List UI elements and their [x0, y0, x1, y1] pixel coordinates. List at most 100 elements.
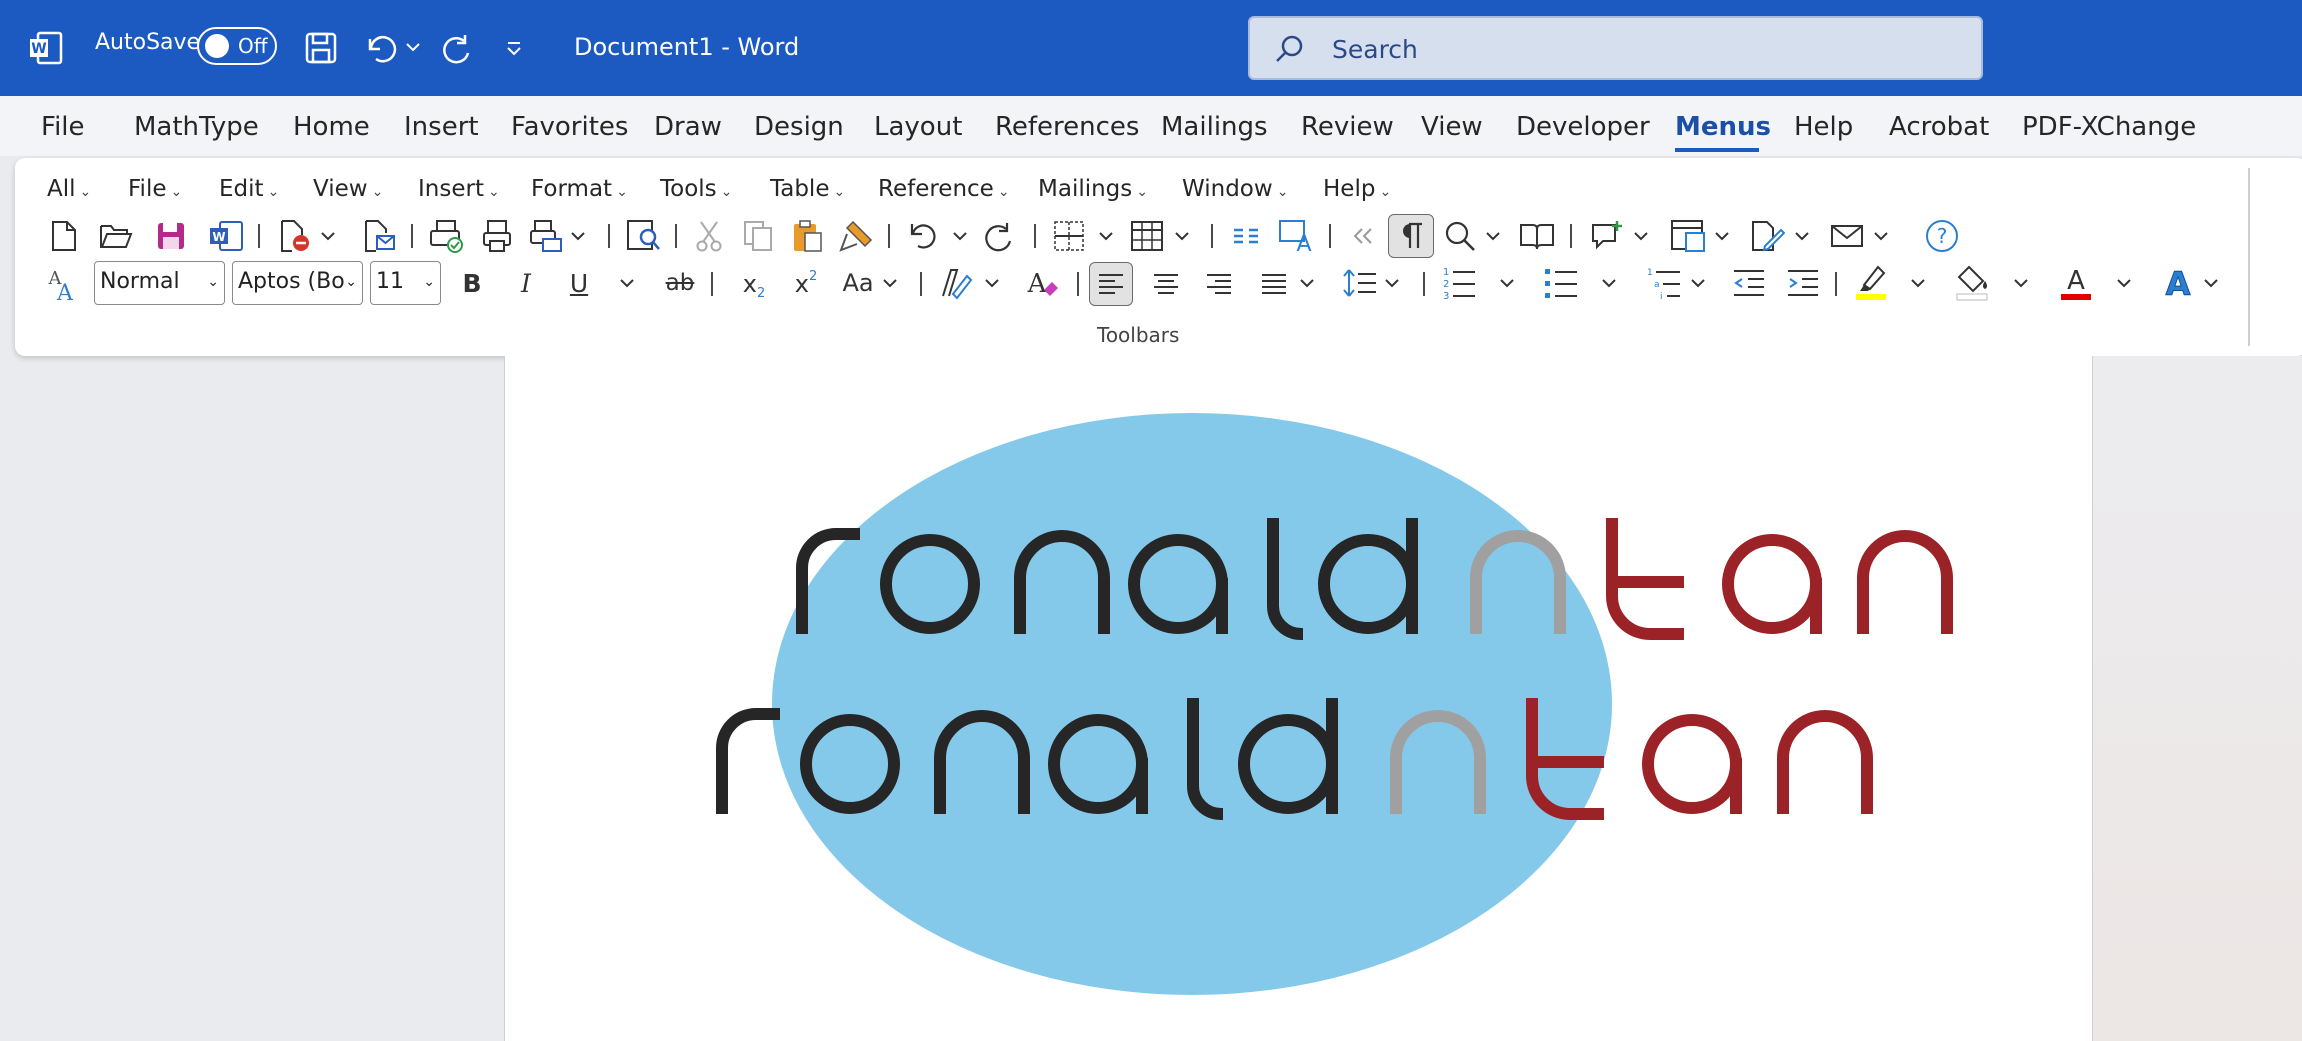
tab-pdf-xchange[interactable]: PDF-XChange — [2022, 112, 2196, 142]
decrease-indent-icon[interactable] — [1730, 266, 1768, 300]
underline-button[interactable]: U — [565, 266, 593, 300]
track-changes-icon[interactable] — [1749, 218, 1787, 254]
classic-menu-window[interactable]: Window ⌄ — [1182, 176, 1288, 202]
text-effects-icon[interactable]: A — [2158, 262, 2198, 302]
style-select[interactable]: Normal ⌄ — [94, 261, 225, 305]
email-icon[interactable] — [1829, 220, 1865, 252]
send-email-document-icon[interactable] — [362, 218, 398, 254]
text-highlight-style-icon[interactable] — [937, 264, 975, 302]
line-spacing-icon[interactable] — [1340, 266, 1380, 300]
tab-mathtype[interactable]: MathType — [134, 112, 259, 142]
copy-icon[interactable] — [741, 218, 775, 254]
logo-artwork[interactable]: ronaldntan ronaldntan — [540, 400, 2000, 1020]
tab-developer[interactable]: Developer — [1516, 112, 1650, 142]
tab-acrobat[interactable]: Acrobat — [1889, 112, 1989, 142]
chevron-down-icon[interactable] — [618, 275, 636, 291]
tab-mailings[interactable]: Mailings — [1161, 112, 1268, 142]
tab-review[interactable]: Review — [1301, 112, 1394, 142]
classic-menu-all[interactable]: All ⌄ — [47, 176, 91, 202]
redo-icon[interactable] — [981, 218, 1019, 254]
chevron-down-icon[interactable] — [1793, 228, 1811, 244]
chevron-down-icon[interactable] — [1909, 275, 1927, 291]
chevron-down-icon[interactable] — [1298, 275, 1316, 291]
font-size-select[interactable]: 11 ⌄ — [370, 261, 441, 305]
classic-menu-file[interactable]: File ⌄ — [128, 176, 182, 202]
classic-menu-tools[interactable]: Tools ⌄ — [660, 176, 732, 202]
help-icon[interactable]: ? — [1924, 218, 1960, 254]
show-formatting-marks-icon[interactable] — [1388, 214, 1434, 258]
chevron-down-icon[interactable] — [1689, 275, 1707, 291]
classic-menu-format[interactable]: Format ⌄ — [531, 176, 628, 202]
chevron-down-icon[interactable] — [1600, 275, 1618, 291]
tab-insert[interactable]: Insert — [404, 112, 479, 142]
paste-icon[interactable] — [790, 217, 826, 255]
bullets-icon[interactable] — [1541, 264, 1581, 302]
tab-layout[interactable]: Layout — [874, 112, 962, 142]
tab-help[interactable]: Help — [1794, 112, 1853, 142]
tab-home[interactable]: Home — [293, 112, 370, 142]
chevron-down-icon[interactable] — [319, 228, 337, 244]
chevron-down-icon[interactable] — [1484, 228, 1502, 244]
superscript-button[interactable]: x2 — [789, 266, 823, 302]
chevron-down-icon[interactable] — [2012, 275, 2030, 291]
save-icon[interactable] — [302, 29, 340, 67]
chevron-down-icon[interactable] — [1872, 228, 1890, 244]
undo-icon[interactable] — [360, 29, 400, 67]
new-comment-icon[interactable] — [1588, 218, 1626, 254]
chevron-down-icon[interactable] — [1632, 228, 1650, 244]
tab-file[interactable]: File — [41, 112, 85, 142]
save-as-word-icon[interactable]: W — [207, 219, 245, 253]
chevron-down-icon[interactable] — [1383, 275, 1401, 291]
close-document-icon[interactable] — [278, 218, 312, 254]
tab-view[interactable]: View — [1421, 112, 1483, 142]
bold-button[interactable]: B — [458, 266, 486, 300]
undo-dropdown-icon[interactable] — [404, 38, 422, 56]
zoom-icon[interactable] — [1442, 218, 1478, 254]
borders-icon[interactable] — [1051, 218, 1087, 254]
classic-menu-edit[interactable]: Edit ⌄ — [219, 176, 279, 202]
columns-icon[interactable] — [1230, 220, 1262, 252]
tab-draw[interactable]: Draw — [654, 112, 722, 142]
tab-references[interactable]: References — [995, 112, 1139, 142]
decrease-indent-arrows-icon[interactable] — [1349, 222, 1377, 250]
multilevel-list-icon[interactable]: 1ai — [1644, 264, 1684, 302]
chevron-down-icon[interactable] — [1498, 275, 1516, 291]
increase-indent-icon[interactable] — [1784, 266, 1822, 300]
undo-icon[interactable] — [904, 218, 942, 254]
font-select[interactable]: Aptos (Bo ⌄ — [232, 261, 363, 305]
classic-menu-table[interactable]: Table ⌄ — [770, 176, 845, 202]
tab-menus[interactable]: Menus — [1675, 112, 1771, 142]
format-painter-icon[interactable] — [838, 218, 874, 254]
print-layout-icon[interactable] — [1668, 218, 1708, 254]
redo-icon[interactable] — [438, 29, 478, 67]
justify-button[interactable] — [1256, 268, 1292, 300]
highlight-color-icon[interactable] — [1852, 262, 1892, 302]
strikethrough-button[interactable]: ab — [661, 266, 699, 300]
tab-favorites[interactable]: Favorites — [511, 112, 628, 142]
styles-pane-icon[interactable]: AA — [44, 265, 80, 303]
print-icon[interactable] — [480, 218, 514, 254]
classic-menu-mailings[interactable]: Mailings ⌄ — [1038, 176, 1148, 202]
chevron-down-icon[interactable] — [2115, 275, 2133, 291]
classic-menu-reference[interactable]: Reference ⌄ — [878, 176, 1010, 202]
search-box[interactable]: Search — [1248, 16, 1983, 80]
change-case-button[interactable]: Aa — [838, 266, 878, 300]
align-right-button[interactable] — [1201, 268, 1237, 300]
classic-menu-help[interactable]: Help ⌄ — [1323, 176, 1391, 202]
chevron-down-icon[interactable] — [569, 228, 587, 244]
print-preview-icon[interactable] — [428, 218, 466, 254]
insert-table-icon[interactable] — [1128, 218, 1166, 254]
find-in-document-icon[interactable] — [625, 218, 663, 254]
chevron-down-icon[interactable] — [983, 275, 1001, 291]
cut-icon[interactable] — [692, 218, 726, 254]
new-document-icon[interactable] — [47, 218, 81, 254]
reading-mode-icon[interactable] — [1518, 218, 1556, 254]
save-icon[interactable] — [154, 219, 188, 253]
chevron-down-icon[interactable] — [1173, 228, 1191, 244]
customize-quick-access-icon[interactable] — [502, 36, 526, 60]
chevron-down-icon[interactable] — [951, 228, 969, 244]
chevron-down-icon[interactable] — [2202, 275, 2220, 291]
numbering-icon[interactable]: 123 — [1439, 264, 1479, 302]
tab-design[interactable]: Design — [754, 112, 844, 142]
drawing-textbox-icon[interactable]: A — [1277, 216, 1317, 256]
